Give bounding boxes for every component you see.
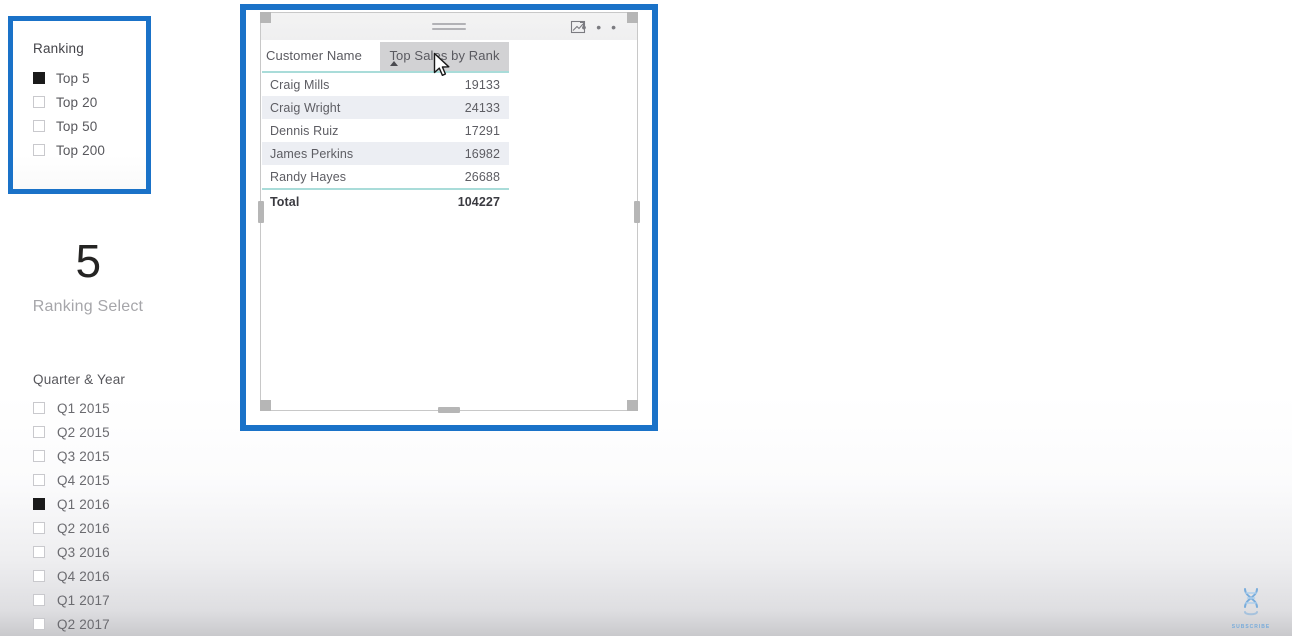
cell-top-sales: 24133: [464, 100, 500, 115]
sort-ascending-icon: [390, 61, 398, 66]
column-header-top-sales-by-rank[interactable]: Top Sales by Rank: [380, 42, 509, 71]
quarter-slicer-item-label: Q3 2016: [57, 544, 110, 560]
table-total-row: Total 104227: [262, 190, 509, 214]
cell-top-sales: 17291: [464, 123, 500, 138]
drag-handle-icon[interactable]: [432, 23, 466, 33]
checkbox-icon[interactable]: [33, 96, 45, 108]
ranking-select-card[interactable]: 5 Ranking Select: [8, 238, 168, 316]
checkbox-icon[interactable]: [33, 144, 45, 156]
checkbox-icon[interactable]: [33, 522, 45, 534]
quarter-slicer-item-q3-2015[interactable]: Q3 2015: [33, 444, 213, 468]
cell-total-value: 104227: [457, 195, 500, 209]
ranking-slicer-title: Ranking: [33, 41, 84, 56]
checkbox-icon[interactable]: [33, 426, 45, 438]
ranking-slicer[interactable]: Ranking Top 5 Top 20 Top 50 Top 200: [13, 21, 146, 189]
checkbox-icon[interactable]: [33, 546, 45, 558]
quarter-slicer-item-q2-2015[interactable]: Q2 2015: [33, 420, 213, 444]
quarter-slicer-item-q1-2017[interactable]: Q1 2017: [33, 588, 213, 612]
table-row[interactable]: Craig Wright 24133: [262, 96, 509, 119]
column-header-label: Top Sales by Rank: [389, 48, 500, 63]
ranking-slicer-item-label: Top 20: [56, 94, 98, 110]
more-options-icon[interactable]: • • •: [582, 20, 619, 34]
quarter-slicer-item-q2-2016[interactable]: Q2 2016: [33, 516, 213, 540]
ranking-slicer-item-top5[interactable]: Top 5: [33, 66, 146, 90]
subscribe-label: SUBSCRIBE: [1231, 624, 1271, 630]
ranking-slicer-item-top20[interactable]: Top 20: [33, 90, 146, 114]
checkbox-icon[interactable]: [33, 570, 45, 582]
quarter-slicer-item-label: Q2 2017: [57, 616, 110, 632]
quarter-slicer-item-q4-2016[interactable]: Q4 2016: [33, 564, 213, 588]
quarter-slicer-item-label: Q1 2017: [57, 592, 110, 608]
subscribe-watermark[interactable]: SUBSCRIBE: [1224, 586, 1278, 630]
quarter-year-slicer-title: Quarter & Year: [33, 372, 126, 387]
table-visual-highlight-box: • • • Customer Name Top Sales by Rank Cr…: [240, 4, 658, 431]
table-row[interactable]: Craig Mills 19133: [262, 73, 509, 96]
resize-handle-bottom-right[interactable]: [627, 400, 638, 411]
ranking-slicer-item-label: Top 5: [56, 70, 90, 86]
card-label: Ranking Select: [32, 298, 144, 315]
cell-top-sales: 26688: [464, 169, 500, 184]
checkbox-icon[interactable]: [33, 474, 45, 486]
quarter-slicer-item-q2-2017[interactable]: Q2 2017: [33, 612, 213, 636]
quarter-slicer-item-q1-2015[interactable]: Q1 2015: [33, 396, 213, 420]
dna-helix-icon: [1244, 588, 1258, 616]
top-sales-table-visual[interactable]: • • • Customer Name Top Sales by Rank Cr…: [246, 10, 652, 425]
quarter-slicer-item-label: Q4 2015: [57, 472, 110, 488]
checkbox-icon[interactable]: [33, 594, 45, 606]
table-row[interactable]: James Perkins 16982: [262, 142, 509, 165]
table-row[interactable]: Randy Hayes 26688: [262, 165, 509, 188]
checkbox-icon[interactable]: [33, 618, 45, 630]
quarter-slicer-item-q3-2016[interactable]: Q3 2016: [33, 540, 213, 564]
resize-handle-bottom[interactable]: [438, 407, 460, 413]
cell-customer-name: Dennis Ruiz: [270, 123, 339, 138]
ranking-slicer-item-top200[interactable]: Top 200: [33, 138, 146, 162]
checkbox-icon[interactable]: [33, 498, 45, 510]
quarter-slicer-item-label: Q4 2016: [57, 568, 110, 584]
quarter-slicer-item-q4-2015[interactable]: Q4 2015: [33, 468, 213, 492]
table-grid[interactable]: Customer Name Top Sales by Rank Craig Mi…: [262, 42, 509, 214]
resize-handle-right[interactable]: [634, 200, 640, 223]
table-row[interactable]: Dennis Ruiz 17291: [262, 119, 509, 142]
cell-top-sales: 19133: [464, 77, 500, 92]
quarter-slicer-item-label: Q1 2015: [57, 400, 110, 416]
resize-handle-bottom-left[interactable]: [260, 400, 271, 411]
quarter-slicer-item-label: Q1 2016: [57, 496, 110, 512]
card-value: 5: [75, 235, 101, 287]
ranking-slicer-highlight-box: Ranking Top 5 Top 20 Top 50 Top 200: [8, 16, 151, 194]
checkbox-icon[interactable]: [33, 402, 45, 414]
cell-customer-name: James Perkins: [270, 146, 354, 161]
cell-customer-name: Randy Hayes: [270, 169, 347, 184]
checkbox-icon[interactable]: [33, 120, 45, 132]
cell-customer-name: Craig Wright: [270, 100, 341, 115]
table-header-row: Customer Name Top Sales by Rank: [262, 42, 509, 71]
visual-header-bar: • • •: [261, 13, 637, 40]
quarter-slicer-item-label: Q2 2016: [57, 520, 110, 536]
cell-customer-name: Craig Mills: [270, 77, 330, 92]
quarter-slicer-item-label: Q2 2015: [57, 424, 110, 440]
quarter-slicer-item-q1-2016[interactable]: Q1 2016: [33, 492, 213, 516]
ranking-slicer-item-top50[interactable]: Top 50: [33, 114, 146, 138]
quarter-slicer-item-label: Q3 2015: [57, 448, 110, 464]
ranking-slicer-item-label: Top 50: [56, 118, 98, 134]
checkbox-icon[interactable]: [33, 450, 45, 462]
cell-top-sales: 16982: [464, 146, 500, 161]
column-header-customer-name[interactable]: Customer Name: [262, 42, 380, 63]
checkbox-icon[interactable]: [33, 72, 45, 84]
cell-total-label: Total: [270, 195, 300, 209]
quarter-year-slicer[interactable]: Quarter & Year Q1 2015 Q2 2015 Q3 2015 Q…: [33, 372, 213, 636]
ranking-slicer-item-label: Top 200: [56, 142, 106, 158]
